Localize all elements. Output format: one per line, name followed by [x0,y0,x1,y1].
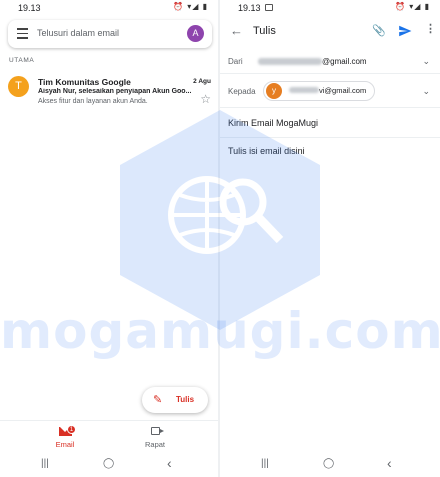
home-icon[interactable]: ◯ [323,458,334,469]
back-nav-icon[interactable]: ‹ [387,455,392,471]
system-navigation-bar: ||| ◯ ‹ [0,452,218,477]
video-camera-icon [150,427,164,435]
attachment-icon[interactable]: 📎 [372,25,386,37]
subject-field[interactable]: Kirim Email MogaMugi [220,108,440,138]
back-nav-icon[interactable]: ‹ [167,455,172,471]
system-navigation-bar-right: ||| ◯ ‹ [220,452,440,477]
more-options-icon[interactable]: ⋮ [425,23,436,36]
star-icon[interactable]: ☆ [200,93,211,105]
status-bar-right: 19.13 ⏰ ▾◢ ▮ [220,0,440,16]
recipient-domain: vi@gmail.com [319,86,367,95]
body-field[interactable]: Tulis isi email disini [228,146,305,156]
redacted-text [289,87,319,93]
pencil-icon: ✎ [153,394,163,406]
menu-icon[interactable] [17,28,28,40]
from-field[interactable]: Dari @gmail.com ⌄ [220,48,440,74]
redacted-text [258,58,322,65]
from-address: @gmail.com [258,57,367,66]
inbox-screen: 19.13 ⏰ ▾◢ ▮ Telusuri dalam email A UTAM… [0,0,218,477]
to-field[interactable]: Kepada y vi@gmail.com ⌄ [220,74,440,108]
nav-label-meet: Rapat [144,440,165,449]
status-icons-right: ⏰ ▾◢ ▮ [395,2,430,11]
email-list-item[interactable]: T Tim Komunitas Google 2 Agu Aisyah Nur,… [0,71,218,111]
search-bar[interactable]: Telusuri dalam email A [8,20,212,48]
to-label: Kepada [228,87,256,96]
compose-toolbar: ← Tulis 📎 ⋮ [220,16,440,48]
subject-text[interactable]: Kirim Email MogaMugi [228,118,318,128]
search-input[interactable]: Telusuri dalam email [37,28,119,38]
compose-screen: 19.13 ⏰ ▾◢ ▮ ← Tulis 📎 ⋮ Dari @gmail.com… [220,0,440,477]
status-icons: ⏰ ▾◢ ▮ [173,2,208,11]
compose-title: Tulis [253,25,276,37]
status-time-right: 19.13 [238,3,261,13]
home-icon[interactable]: ◯ [103,458,114,469]
section-label: UTAMA [9,57,35,64]
compose-label: Tulis [176,395,195,404]
nav-item-email[interactable]: 1 Email [35,425,95,449]
chevron-down-icon[interactable]: ⌄ [422,86,430,97]
from-domain: @gmail.com [322,57,367,66]
email-sender: Tim Komunitas Google [38,77,131,87]
account-avatar[interactable]: A [187,25,204,42]
email-snippet: Akses fitur dan layanan akun Anda. [38,98,148,105]
recents-icon[interactable]: ||| [261,458,269,469]
recents-icon[interactable]: ||| [41,458,49,469]
status-bar: 19.13 ⏰ ▾◢ ▮ [0,0,218,16]
email-date: 2 Agu [193,78,211,85]
image-notification-icon [265,4,273,11]
bottom-navigation: 1 Email Rapat [0,420,218,452]
status-time: 19.13 [18,3,41,13]
nav-item-meet[interactable]: Rapat [125,425,185,449]
back-arrow-icon[interactable]: ← [230,24,243,38]
sender-avatar: T [8,76,29,97]
recipient-avatar: y [266,83,282,99]
from-label: Dari [228,57,243,66]
send-icon[interactable] [398,24,412,38]
compose-button[interactable]: ✎ Tulis [142,387,208,413]
nav-label-email: Email [55,440,75,449]
recipient-chip[interactable]: y vi@gmail.com [263,81,376,101]
unread-badge: 1 [67,425,76,434]
chevron-down-icon[interactable]: ⌄ [422,56,430,67]
email-subject: Aisyah Nur, selesaikan penyiapan Akun Go… [38,88,192,95]
